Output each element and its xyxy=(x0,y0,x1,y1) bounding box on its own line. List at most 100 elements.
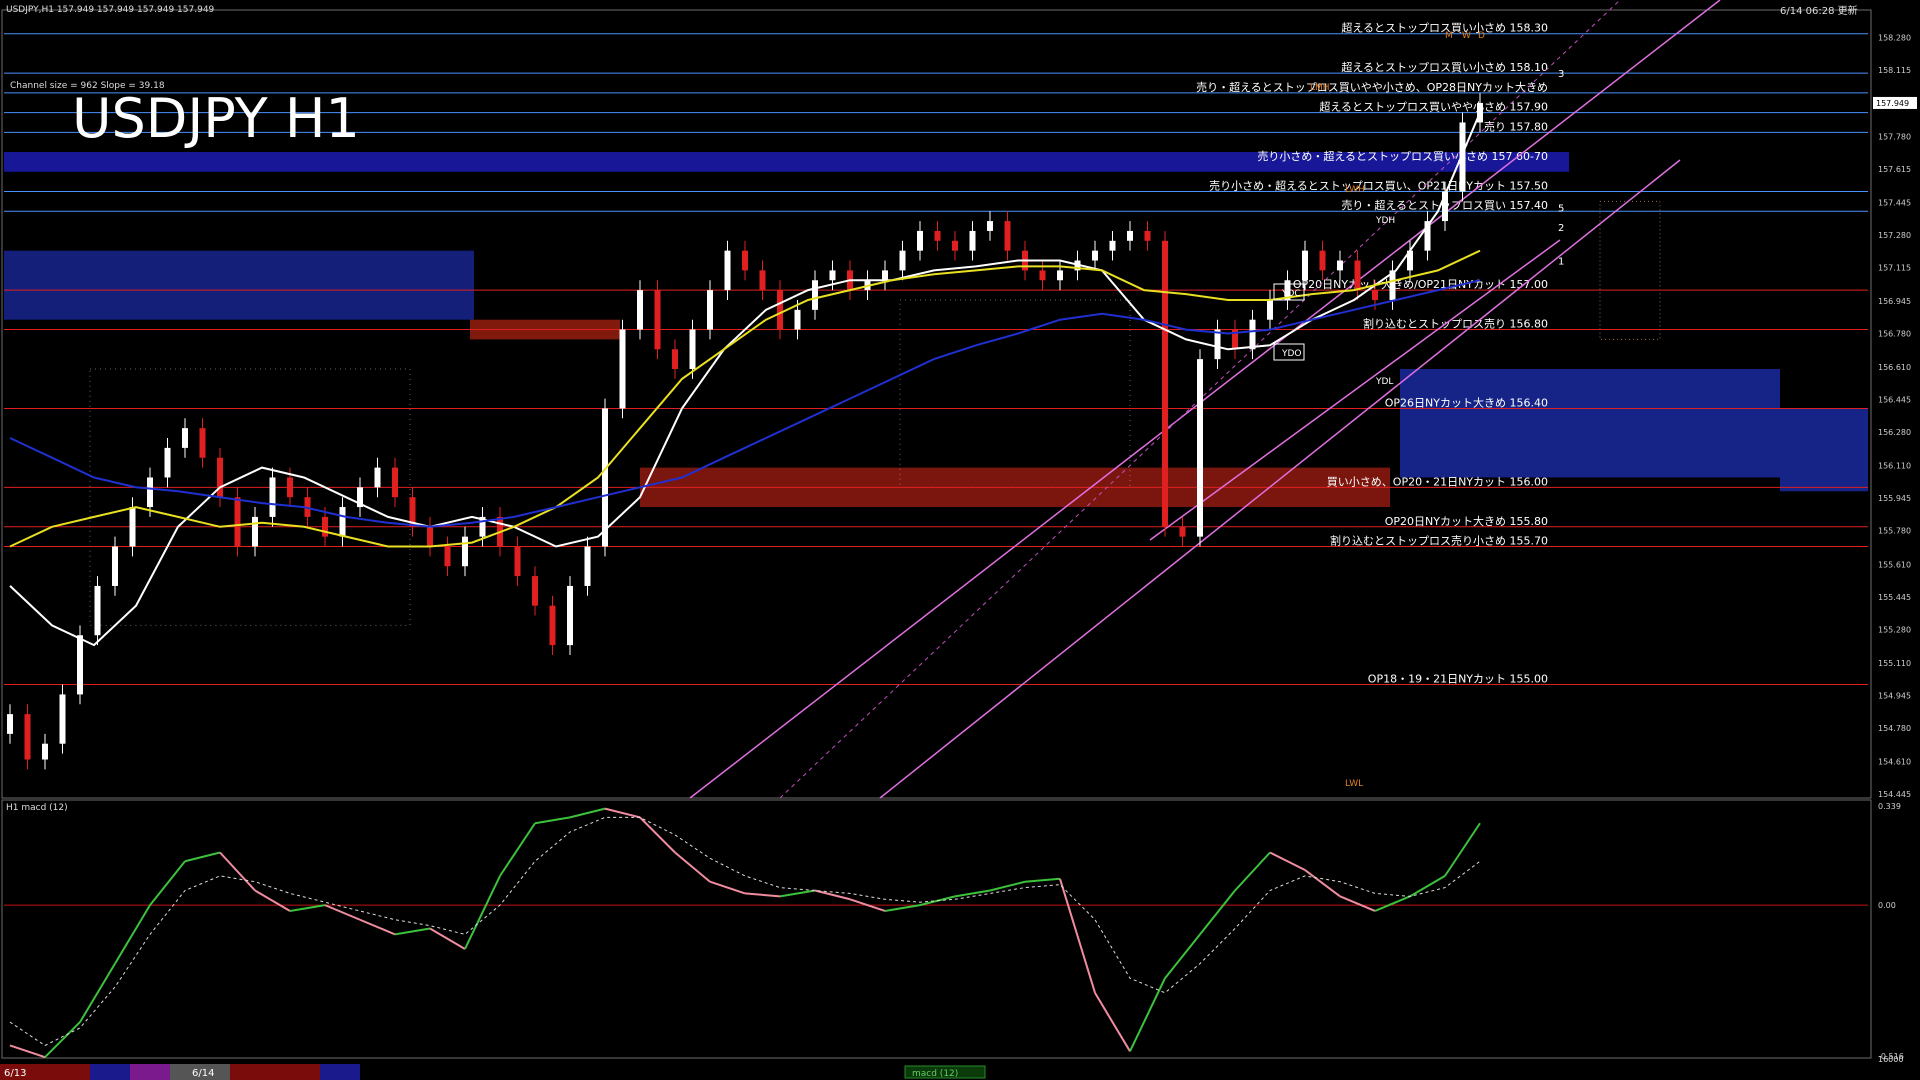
level-label: 割り込むとストップロス売り 156.80 xyxy=(1363,317,1548,331)
candle-body xyxy=(94,585,101,636)
y-tick-label: 157.780 xyxy=(1878,132,1911,141)
candle-body xyxy=(147,477,153,508)
channel-number-label: 2 xyxy=(1558,223,1564,234)
candle-body xyxy=(672,349,678,369)
level-label: 売り小さめ・超えるとストップロス買い、OP21日NYカット 157.50 xyxy=(1209,179,1548,193)
candle-body xyxy=(707,290,713,330)
marker-label: YDO xyxy=(1281,349,1302,359)
y-tick-label: 156.445 xyxy=(1878,396,1911,405)
candle-body xyxy=(392,467,398,498)
candle-body xyxy=(42,743,48,760)
candle-body xyxy=(549,605,556,646)
indicator-tab[interactable]: macd (12) xyxy=(912,1069,958,1079)
candle-body xyxy=(129,507,136,547)
candle-body xyxy=(1249,319,1256,350)
cloud-band xyxy=(1780,408,1868,492)
macd-tick-label: 0.00 xyxy=(1878,901,1896,910)
chart-canvas: 超えるとストップロス買い小さめ 158.30超えるとストップロス買い小さめ 15… xyxy=(0,0,1920,1080)
candle-body xyxy=(689,329,696,369)
candle-body xyxy=(444,546,451,567)
candle-body xyxy=(724,250,731,291)
current-price-label: 157.949 xyxy=(1876,99,1909,108)
y-tick-label: 158.280 xyxy=(1878,34,1911,43)
candle-body xyxy=(252,516,258,547)
big-title: USDJPY H1 xyxy=(72,87,360,150)
macd-tick-label: 0.339 xyxy=(1878,802,1901,811)
marker-label: LMH xyxy=(1310,83,1330,93)
y-tick-label: 154.445 xyxy=(1878,790,1911,799)
candle-body xyxy=(1039,270,1046,281)
candle-body xyxy=(987,221,993,231)
candle-body xyxy=(1127,230,1133,241)
marker-label: YDH xyxy=(1375,216,1395,226)
candle-body xyxy=(777,290,783,330)
candle-body xyxy=(514,546,521,577)
candle-body xyxy=(584,546,591,586)
level-label: OP20日NYカット大きめ/OP21日NYカット 157.00 xyxy=(1293,277,1548,291)
candle-body xyxy=(462,536,468,567)
level-label: OP20日NYカット大きめ 155.80 xyxy=(1385,514,1548,528)
date-label-2: 6/14 xyxy=(192,1068,214,1079)
candle-body xyxy=(759,270,766,291)
channel-number-label: 5 xyxy=(1558,203,1564,214)
candle-body xyxy=(882,270,888,281)
cloud-band xyxy=(4,250,474,320)
candle-body xyxy=(1372,290,1378,300)
candle-body xyxy=(164,447,171,478)
candle-body xyxy=(532,576,538,606)
candle-body xyxy=(742,250,748,271)
y-tick-label: 155.945 xyxy=(1878,494,1911,503)
candle-body xyxy=(1144,230,1151,241)
candle-body xyxy=(217,457,223,498)
marker-label: W xyxy=(1462,31,1471,41)
date-label-1: 6/13 xyxy=(4,1068,26,1079)
candle-body xyxy=(1162,240,1168,527)
y-tick-label: 155.280 xyxy=(1878,625,1911,634)
axis-extra-label: 16000 xyxy=(1878,1055,1903,1064)
marker-label: D xyxy=(1478,31,1485,41)
candle-body xyxy=(934,230,941,241)
candle-body xyxy=(322,516,328,537)
marker-label: YDL xyxy=(1375,377,1393,387)
candle-body xyxy=(1004,221,1011,251)
marker-label: LWL xyxy=(1345,779,1363,789)
candle-body xyxy=(234,497,241,547)
marker-label: LWH xyxy=(1345,185,1365,195)
candle-body xyxy=(917,230,923,251)
y-tick-label: 154.780 xyxy=(1878,724,1911,733)
candle-body xyxy=(1337,260,1343,271)
cloud-band xyxy=(1400,369,1780,478)
candle-body xyxy=(77,635,83,695)
symbol-info: USDJPY,H1 157.949 157.949 157.949 157.94… xyxy=(6,5,215,15)
y-tick-label: 156.945 xyxy=(1878,297,1911,306)
y-tick-label: 156.780 xyxy=(1878,330,1911,339)
candle-body xyxy=(374,467,381,488)
candle-body xyxy=(567,585,573,646)
y-tick-label: 154.610 xyxy=(1878,757,1911,766)
y-tick-label: 157.445 xyxy=(1878,198,1911,207)
level-label: 割り込むとストップロス売り小さめ 155.70 xyxy=(1330,534,1548,548)
candle-body xyxy=(619,329,626,409)
level-label: 超えるとストップロス買い小さめ 158.10 xyxy=(1341,60,1548,74)
candle-body xyxy=(1214,329,1221,360)
candle-body xyxy=(602,408,608,547)
level-label: 買い小さめ、OP20・21日NYカット 156.00 xyxy=(1327,475,1548,488)
marker-label: YDC xyxy=(1281,289,1301,299)
y-tick-label: 155.780 xyxy=(1878,527,1911,536)
y-tick-label: 155.610 xyxy=(1878,560,1911,569)
candle-body xyxy=(1057,270,1063,281)
candle-body xyxy=(1267,299,1273,320)
candle-body xyxy=(7,714,13,734)
candle-body xyxy=(899,250,906,271)
candle-body xyxy=(952,240,958,251)
y-tick-label: 154.945 xyxy=(1878,691,1911,700)
level-label: OP18・19・21日NYカット 155.00 xyxy=(1368,673,1548,686)
channel-number-label: 3 xyxy=(1558,69,1564,80)
candle-body xyxy=(1179,526,1186,537)
candle-body xyxy=(1302,250,1308,281)
candle-body xyxy=(812,280,818,310)
y-tick-label: 157.115 xyxy=(1878,263,1911,272)
candle-body xyxy=(24,714,31,760)
y-tick-label: 156.110 xyxy=(1878,462,1911,471)
y-tick-label: 157.280 xyxy=(1878,231,1911,240)
